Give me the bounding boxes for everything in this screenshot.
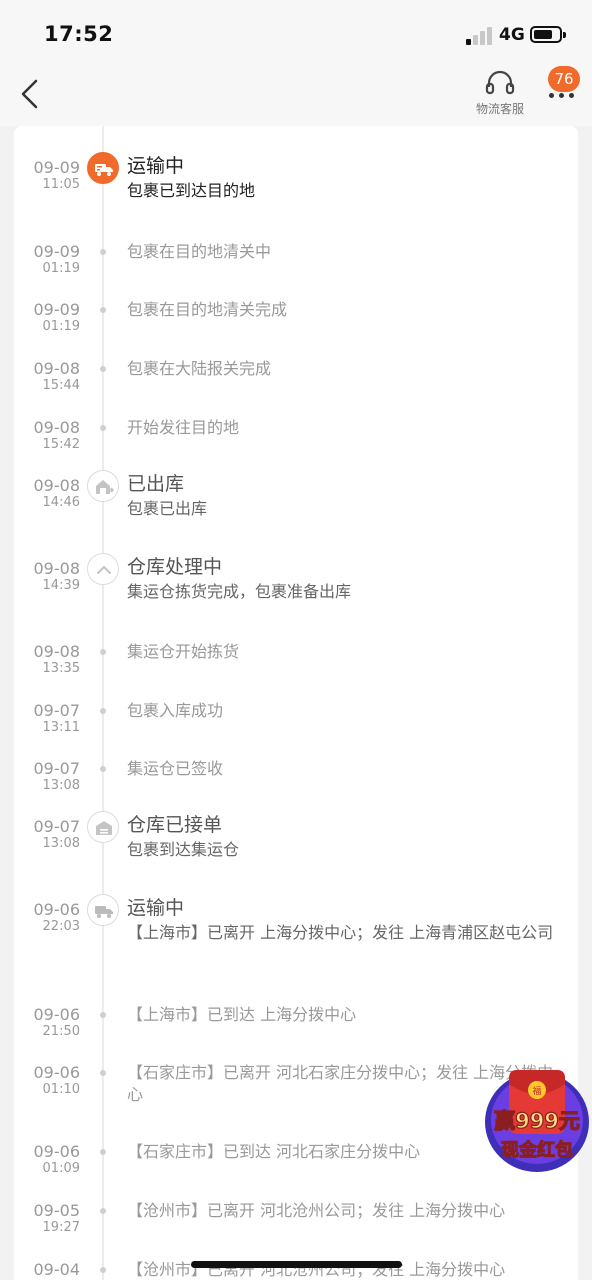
message-badge: 76 [548, 66, 580, 92]
chevron-left-icon [21, 79, 38, 109]
timeline-dot [100, 425, 106, 431]
signal-icon [466, 27, 494, 45]
entry-time: 01:19 [42, 261, 80, 276]
entry-date: 09-07 [33, 817, 81, 836]
entry-time: 13:35 [42, 661, 80, 676]
entry-description: 包裹到达集运仓 [127, 840, 240, 859]
entry-date: 09-08 [33, 418, 81, 437]
red-packet-icon: 福 赢999元 现金红包 [485, 1070, 589, 1172]
home-indicator[interactable] [191, 1261, 402, 1268]
entry-date: 09-07 [33, 701, 81, 720]
entry-time: 22:03 [42, 919, 80, 934]
nav-bar: 物流客服 76 [0, 64, 592, 126]
entry-date: 09-08 [33, 559, 81, 578]
entry-status: 运输中 [127, 897, 185, 919]
entry-date: 09-05 [33, 1201, 81, 1220]
promo-line2: 现金红包 [501, 1139, 573, 1161]
timeline-dot [100, 1070, 106, 1076]
headset-icon [485, 70, 515, 95]
red-packet-promo[interactable]: 福 赢999元 现金红包 [482, 1062, 592, 1174]
entry-description: 开始发往目的地 [127, 418, 240, 437]
entry-description: 【上海市】已到达 上海分拨中心 [127, 1005, 357, 1024]
entry-date: 09-06 [33, 1005, 81, 1024]
timeline-dot [100, 1149, 106, 1155]
timeline-line [102, 126, 104, 1280]
promo-line1: 赢999元 [494, 1109, 580, 1133]
truck-icon [87, 894, 119, 926]
timeline-dot [100, 649, 106, 655]
entry-time: 13:08 [42, 836, 80, 851]
timeline-dot [100, 1208, 106, 1214]
svg-text:福: 福 [532, 1085, 541, 1097]
warehouse-out-icon [87, 470, 119, 502]
customer-service-label: 物流客服 [475, 102, 524, 116]
entry-date: 09-09 [33, 242, 81, 261]
entry-date: 09-08 [33, 476, 81, 495]
chevron-up-icon [87, 553, 119, 585]
entry-time: 15:44 [42, 378, 80, 393]
entry-description: 包裹在目的地清关完成 [127, 300, 288, 319]
entry-date: 09-06 [33, 900, 81, 919]
status-time: 17:52 [44, 22, 114, 46]
entry-time: 13:08 [42, 778, 80, 793]
entry-status: 仓库处理中 [127, 556, 223, 578]
entry-status: 运输中 [127, 155, 185, 177]
entry-description: 包裹已出库 [127, 499, 208, 518]
timeline-dot [100, 1267, 106, 1273]
timeline-dot [100, 1012, 106, 1018]
entry-date: 09-09 [33, 158, 81, 177]
timeline-dot [100, 249, 106, 255]
entry-status: 仓库已接单 [127, 814, 223, 836]
entry-date: 09-09 [33, 300, 81, 319]
entry-time: 19:27 [42, 1220, 80, 1235]
entry-time: 15:42 [42, 437, 80, 452]
entry-time: 14:46 [42, 495, 80, 510]
more-button[interactable]: 76 [540, 64, 584, 120]
entry-time: 14:39 [42, 578, 80, 593]
warehouse-icon [87, 811, 119, 843]
customer-service-button[interactable]: 物流客服 [468, 68, 532, 122]
battery-icon [530, 26, 566, 43]
more-icon [548, 92, 576, 100]
entry-time: 01:19 [42, 319, 80, 334]
entry-description: 集运仓已签收 [127, 759, 224, 778]
entry-description: 【沧州市】已离开 河北沧州公司；发往 上海分拨中心 [127, 1201, 506, 1220]
timeline-dot [100, 708, 106, 714]
entry-time: 13:11 [42, 720, 80, 735]
entry-description: 包裹入库成功 [127, 701, 224, 720]
entry-time: 01:09 [42, 1161, 80, 1176]
status-bar: 17:52 4G [0, 0, 592, 64]
entry-date: 09-04 [33, 1260, 81, 1279]
timeline-dot [100, 366, 106, 372]
network-type: 4G [499, 25, 525, 45]
entry-date: 09-08 [33, 359, 81, 378]
entry-description: 包裹在目的地清关中 [127, 242, 272, 261]
entry-description: 【上海市】已离开 上海分拨中心；发往 上海青浦区赵屯公司 [127, 923, 554, 942]
entry-date: 09-08 [33, 642, 81, 661]
truck-icon [87, 152, 119, 184]
entry-description: 包裹已到达目的地 [127, 181, 256, 200]
entry-date: 09-07 [33, 759, 81, 778]
timeline-dot [100, 307, 106, 313]
entry-description: 包裹在大陆报关完成 [127, 359, 272, 378]
entry-date: 09-06 [33, 1142, 81, 1161]
entry-date: 09-06 [33, 1063, 81, 1082]
entry-description: 集运仓拣货完成，包裹准备出库 [127, 582, 352, 601]
back-button[interactable] [14, 76, 50, 112]
entry-time: 01:10 [42, 1082, 80, 1097]
timeline-dot [100, 766, 106, 772]
entry-time: 21:50 [42, 1024, 80, 1039]
entry-status: 已出库 [127, 473, 185, 495]
entry-description: 集运仓开始拣货 [127, 642, 240, 661]
entry-time: 11:05 [42, 177, 80, 192]
